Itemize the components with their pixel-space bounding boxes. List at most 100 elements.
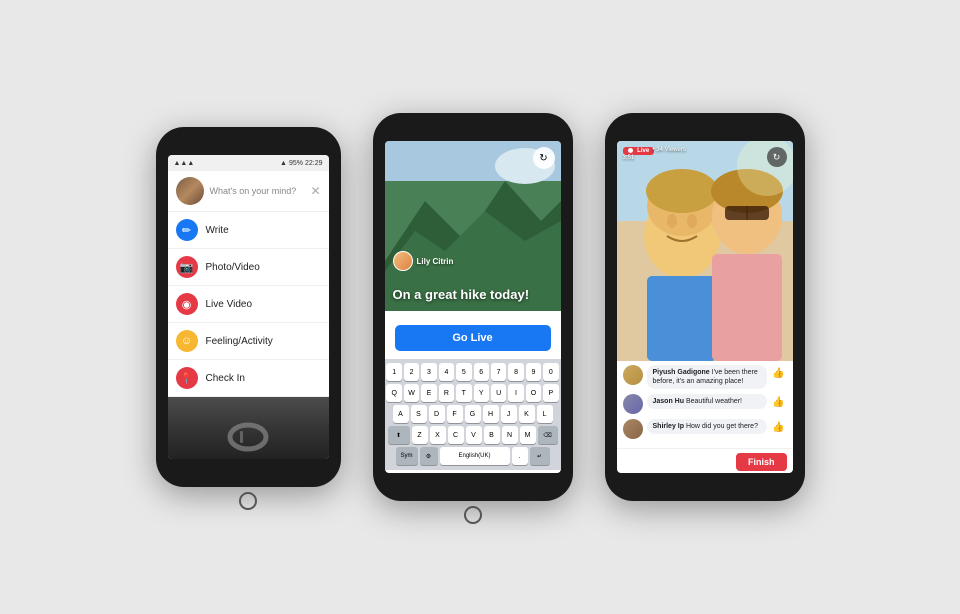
comment-like-button-1[interactable]: 👍 [771, 365, 787, 381]
phone-bottom-2 [373, 501, 573, 529]
key-v[interactable]: V [466, 426, 482, 444]
rotate-camera-button[interactable]: ↻ [533, 147, 555, 169]
live-dot [628, 148, 633, 153]
battery-text: 95% [289, 160, 303, 167]
key-b[interactable]: B [484, 426, 500, 444]
keyboard-row-asdf: A S D F G H J K L [387, 405, 559, 423]
feeling-label: Feeling/Activity [206, 336, 273, 347]
finish-row: Finish [617, 448, 793, 473]
key-f[interactable]: F [447, 405, 463, 423]
key-r[interactable]: R [439, 384, 454, 402]
key-period[interactable]: . [512, 447, 528, 465]
key-i[interactable]: I [508, 384, 523, 402]
key-2[interactable]: 2 [404, 363, 419, 381]
phone-bottom-1 [156, 487, 341, 515]
key-7[interactable]: 7 [491, 363, 506, 381]
keyboard-row-zxcv: ⬆ Z X C V B N M ⌫ [387, 426, 559, 444]
menu-list: ✏ Write 📷 Photo/Video ◉ Live Video ☺ Fee… [168, 212, 329, 397]
comment-avatar-1 [623, 365, 643, 385]
checkin-icon: 📍 [176, 367, 198, 389]
key-k[interactable]: K [519, 405, 535, 423]
comment-like-button-3[interactable]: 👍 [771, 419, 787, 435]
key-space[interactable]: English(UK) [440, 447, 510, 465]
photo-label: Photo/Video [206, 262, 260, 273]
menu-item-write[interactable]: ✏ Write [168, 212, 329, 249]
live-caption: On a great hike today! [393, 287, 553, 303]
home-button-1[interactable] [239, 492, 257, 510]
key-6[interactable]: 6 [474, 363, 489, 381]
key-s[interactable]: S [411, 405, 427, 423]
key-y[interactable]: Y [474, 384, 489, 402]
comment-text-3-body: How did you get there? [686, 423, 758, 430]
key-shift[interactable]: ⬆ [388, 426, 410, 444]
wifi-icon: ▲ [280, 160, 287, 167]
live-label: Live Video [206, 299, 253, 310]
key-h[interactable]: H [483, 405, 499, 423]
key-5[interactable]: 5 [456, 363, 471, 381]
key-p[interactable]: P [543, 384, 558, 402]
finish-button[interactable]: Finish [736, 453, 787, 471]
key-t[interactable]: T [456, 384, 471, 402]
viewers-count: • 34 Viewers [653, 147, 686, 153]
phone-2-screen: Lily Citrin On a great hike today! 🌐 PUB… [385, 141, 561, 473]
key-j[interactable]: J [501, 405, 517, 423]
phone-1: ▲▲▲ ▲ 95% 22:29 What's on your mind? ✕ ✏… [156, 127, 341, 487]
live-user-avatar [393, 251, 413, 271]
key-1[interactable]: 1 [386, 363, 401, 381]
comment-item-1: Piyush Gadigone I've been there before, … [623, 365, 787, 389]
key-settings[interactable]: ⚙ [420, 447, 438, 465]
go-live-button[interactable]: Go Live [395, 325, 551, 351]
comments-section: Piyush Gadigone I've been there before, … [617, 361, 793, 448]
phone-3-screen: Live • 34 Viewers 3:51 ↻ Piyush Gadigone… [617, 141, 793, 473]
key-g[interactable]: G [465, 405, 481, 423]
comment-bubble-1: Piyush Gadigone I've been there before, … [647, 365, 767, 389]
key-e[interactable]: E [421, 384, 436, 402]
key-enter[interactable]: ↵ [530, 447, 550, 465]
key-a[interactable]: A [393, 405, 409, 423]
menu-item-photo[interactable]: 📷 Photo/Video [168, 249, 329, 286]
comment-avatar-3 [623, 419, 643, 439]
key-9[interactable]: 9 [526, 363, 541, 381]
key-backspace[interactable]: ⌫ [538, 426, 558, 444]
key-8[interactable]: 8 [508, 363, 523, 381]
menu-item-checkin[interactable]: 📍 Check In [168, 360, 329, 397]
post-header: What's on your mind? ✕ [168, 171, 329, 212]
keyboard-row-qwerty: Q W E R T Y U I O P [387, 384, 559, 402]
comment-user-1: Piyush Gadigone [653, 369, 710, 376]
signal-icon: ▲▲▲ [174, 160, 195, 167]
key-sym[interactable]: Sym [396, 447, 418, 465]
keyboard-bottom-row: Sym ⚙ English(UK) . ↵ [387, 447, 559, 465]
key-l[interactable]: L [537, 405, 553, 423]
live-text: Live [637, 148, 649, 154]
key-q[interactable]: Q [386, 384, 401, 402]
comment-item-2: Jason Hu Beautiful weather! 👍 [623, 394, 787, 414]
home-button-2[interactable] [464, 506, 482, 524]
comment-avatar-2 [623, 394, 643, 414]
key-m[interactable]: M [520, 426, 536, 444]
key-0[interactable]: 0 [543, 363, 558, 381]
key-4[interactable]: 4 [439, 363, 454, 381]
key-n[interactable]: N [502, 426, 518, 444]
live-video-preview: Lily Citrin On a great hike today! 🌐 PUB… [385, 141, 561, 311]
menu-item-feeling[interactable]: ☺ Feeling/Activity [168, 323, 329, 360]
time-display: 22:29 [305, 160, 323, 167]
post-prompt-text[interactable]: What's on your mind? [210, 186, 305, 196]
status-bar-1: ▲▲▲ ▲ 95% 22:29 [168, 155, 329, 171]
key-c[interactable]: C [448, 426, 464, 444]
key-x[interactable]: X [430, 426, 446, 444]
menu-item-live[interactable]: ◉ Live Video [168, 286, 329, 323]
comment-bubble-2: Jason Hu Beautiful weather! [647, 394, 767, 409]
key-w[interactable]: W [404, 384, 419, 402]
write-icon: ✏ [176, 219, 198, 241]
key-3[interactable]: 3 [421, 363, 436, 381]
key-z[interactable]: Z [412, 426, 428, 444]
live-user-row: Lily Citrin [393, 251, 454, 271]
key-u[interactable]: U [491, 384, 506, 402]
close-button[interactable]: ✕ [310, 184, 320, 198]
key-o[interactable]: O [526, 384, 541, 402]
comment-text-2-body: Beautiful weather! [686, 398, 742, 405]
comment-like-button-2[interactable]: 👍 [771, 394, 787, 410]
key-d[interactable]: D [429, 405, 445, 423]
rotate-camera-button-3[interactable]: ↻ [767, 147, 787, 167]
write-label: Write [206, 225, 229, 236]
